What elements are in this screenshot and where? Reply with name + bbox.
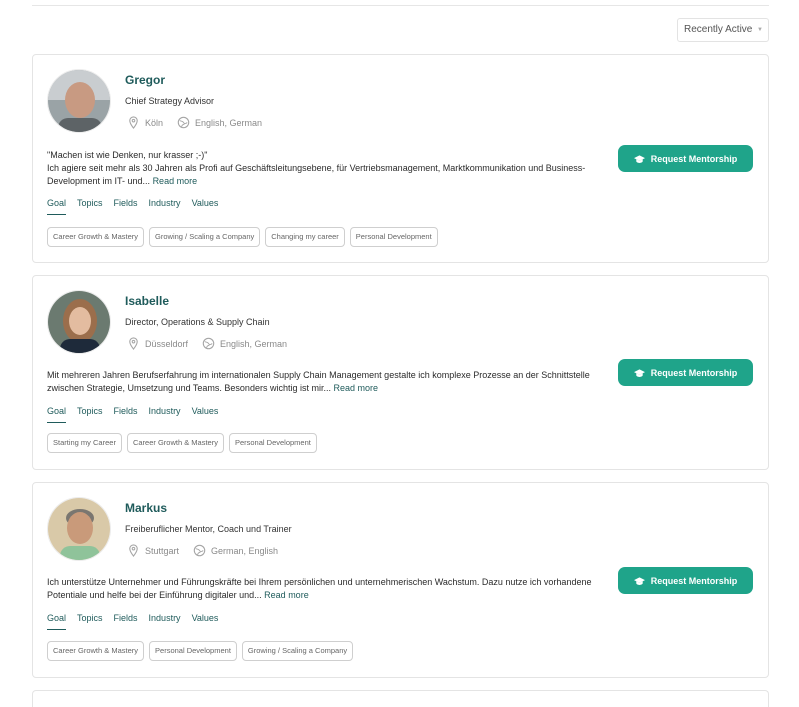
bio-line: Ich unterstütze Unternehmer und Führungs… (47, 577, 592, 587)
mentor-languages: German, English (211, 545, 279, 556)
tag[interactable]: Starting my Career (47, 433, 122, 453)
bio-line: zwischen Strategie, Umsetzung und Teams.… (47, 383, 331, 393)
tag[interactable]: Changing my career (265, 227, 345, 247)
sort-label: Recently Active (684, 24, 753, 35)
bio-line: Mit mehreren Jahren Berufserfahrung im i… (47, 370, 590, 380)
tab-goal[interactable]: Goal (47, 613, 67, 630)
profile-tabs: Goal Topics Fields Industry Values (47, 613, 229, 630)
mentor-location: Köln (145, 117, 164, 128)
tag[interactable]: Growing / Scaling a Company (149, 227, 261, 247)
mentor-card: Gregor Chief Strategy Advisor Köln Engli… (32, 54, 769, 263)
mentor-meta: Stuttgart German, English (127, 544, 278, 557)
mentor-name[interactable]: Isabelle (125, 294, 169, 308)
mentor-bio: Ich unterstütze Unternehmer und Führungs… (47, 576, 607, 602)
location-pin-icon (129, 544, 138, 557)
graduation-cap-icon (633, 368, 645, 377)
chevron-down-icon: ▼ (757, 27, 763, 33)
tab-fields[interactable]: Fields (114, 406, 138, 423)
avatar[interactable] (47, 69, 111, 133)
avatar[interactable] (47, 290, 111, 354)
request-mentorship-button[interactable]: Request Mentorship (618, 145, 753, 172)
globe-icon (193, 544, 206, 557)
sort-dropdown[interactable]: Recently Active ▼ (677, 18, 769, 42)
mentor-card: Markus Freiberuflicher Mentor, Coach und… (32, 482, 769, 678)
tab-goal[interactable]: Goal (47, 406, 67, 423)
tab-topics[interactable]: Topics (77, 406, 103, 423)
mentor-card: Isabelle Director, Operations & Supply C… (32, 275, 769, 470)
mentor-languages: English, German (195, 117, 263, 128)
mentor-bio: "Machen ist wie Denken, nur krasser ;-)"… (47, 149, 587, 188)
button-label: Request Mentorship (650, 153, 738, 164)
location-pin-icon (129, 337, 138, 350)
mentor-meta: Düsseldorf English, German (127, 337, 287, 350)
read-more-link[interactable]: Read more (333, 383, 378, 393)
bio-line: Development im IT- und... (47, 176, 151, 186)
tag[interactable]: Career Growth & Mastery (126, 433, 224, 453)
tab-fields[interactable]: Fields (114, 198, 138, 215)
tag[interactable]: Career Growth & Mastery (47, 227, 145, 247)
globe-icon (202, 337, 215, 350)
mentor-role: Chief Strategy Advisor (125, 96, 215, 106)
tab-topics[interactable]: Topics (77, 198, 103, 215)
tag[interactable]: Career Growth & Mastery (47, 641, 145, 661)
profile-tabs: Goal Topics Fields Industry Values (47, 198, 229, 215)
mentor-name[interactable]: Markus (125, 501, 167, 515)
tag-list: Starting my Career Career Growth & Maste… (47, 433, 322, 453)
tab-values[interactable]: Values (192, 198, 219, 215)
button-label: Request Mentorship (650, 575, 738, 586)
request-mentorship-button[interactable]: Request Mentorship (618, 359, 753, 386)
tag[interactable]: Personal Development (349, 227, 438, 247)
mentor-bio: Mit mehreren Jahren Berufserfahrung im i… (47, 369, 607, 395)
mentor-meta: Köln English, German (127, 116, 262, 129)
mentor-name[interactable]: Gregor (125, 73, 165, 87)
mentor-card (32, 690, 769, 707)
tab-values[interactable]: Values (192, 406, 219, 423)
location-pin-icon (129, 116, 138, 129)
tab-topics[interactable]: Topics (77, 613, 103, 630)
bio-line: "Machen ist wie Denken, nur krasser ;-)" (47, 150, 208, 160)
read-more-link[interactable]: Read more (264, 590, 309, 600)
tag[interactable]: Personal Development (149, 641, 237, 661)
tag-list: Career Growth & Mastery Growing / Scalin… (47, 227, 443, 247)
tag-list: Career Growth & Mastery Personal Develop… (47, 641, 358, 661)
divider (32, 5, 769, 6)
tab-industry[interactable]: Industry (149, 198, 181, 215)
read-more-link[interactable]: Read more (153, 176, 198, 186)
profile-tabs: Goal Topics Fields Industry Values (47, 406, 229, 423)
avatar[interactable] (47, 497, 111, 561)
button-label: Request Mentorship (650, 367, 738, 378)
bio-line: Ich agiere seit mehr als 30 Jahren als P… (47, 163, 586, 173)
mentor-role: Director, Operations & Supply Chain (125, 317, 270, 327)
tab-industry[interactable]: Industry (149, 613, 181, 630)
mentor-location: Düsseldorf (145, 338, 189, 349)
globe-icon (177, 116, 190, 129)
tab-goal[interactable]: Goal (47, 198, 67, 215)
mentor-location: Stuttgart (145, 545, 180, 556)
tab-industry[interactable]: Industry (149, 406, 181, 423)
graduation-cap-icon (633, 576, 645, 585)
request-mentorship-button[interactable]: Request Mentorship (618, 567, 753, 594)
tag[interactable]: Growing / Scaling a Company (241, 641, 354, 661)
tag[interactable]: Personal Development (228, 433, 317, 453)
mentor-languages: English, German (220, 338, 288, 349)
graduation-cap-icon (633, 154, 645, 163)
mentor-role: Freiberuflicher Mentor, Coach und Traine… (125, 524, 292, 534)
tab-values[interactable]: Values (192, 613, 219, 630)
bio-line: Potentiale und helfe bei der Einführung … (47, 590, 262, 600)
tab-fields[interactable]: Fields (114, 613, 138, 630)
